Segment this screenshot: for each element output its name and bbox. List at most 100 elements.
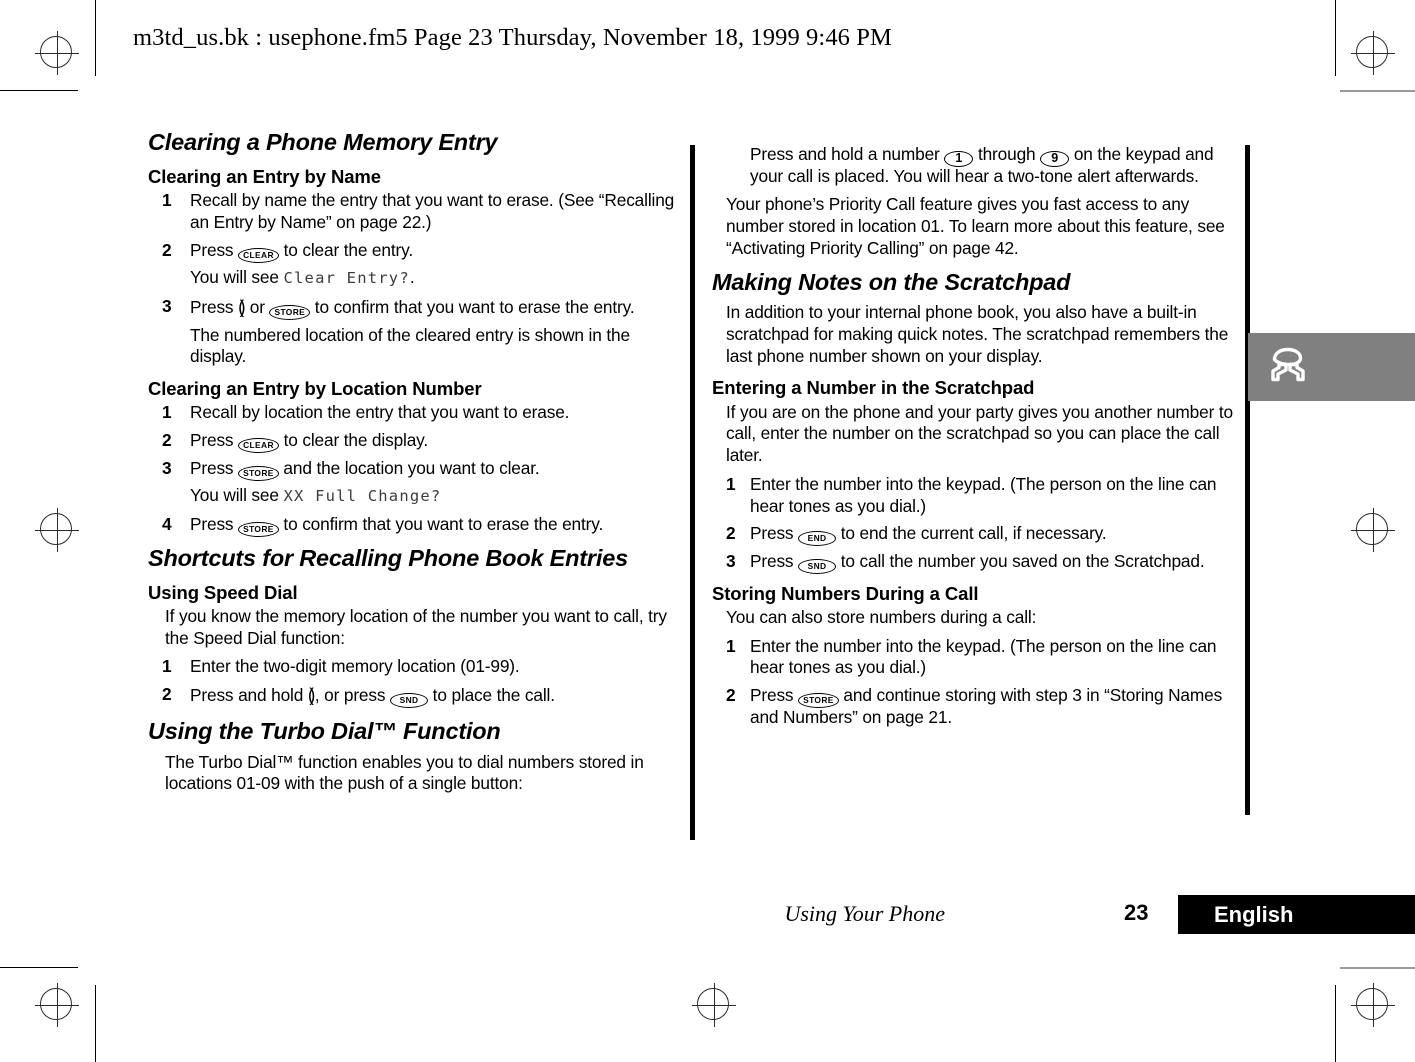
note-text-pre: You will see [190,267,284,288]
paragraph-speed-dial-intro: If you know the memory location of the n… [165,605,667,648]
step-number: 1 [162,190,172,211]
step-text-post: to call the number you saved on the Scra… [836,550,1205,571]
language-bar: English [1178,895,1415,934]
page-footer: Using Your Phone 23 English [0,895,1415,945]
step-text-post: to clear the display. [278,430,429,450]
list-item: 3 Press STORE and the location you want … [148,457,683,481]
steps-clearing-by-location-cont: 4 Press STORE to confirm that you want t… [148,514,683,538]
step-number: 2 [726,523,736,544]
telephone-icon [1271,347,1305,382]
list-item: 1 Recall by name the entry that you want… [148,190,683,233]
snd-key-icon: SND [390,693,429,709]
list-item: 3 Press SND to call the number you saved… [712,550,1247,574]
section-title-making-notes-on-scratchpad: Making Notes on the Scratchpad [712,268,1071,295]
step-text-post: to confirm that you want to erase the en… [278,514,604,535]
steps-clearing-by-name: 1 Recall by name the entry that you want… [148,190,683,263]
steps-speed-dial: 1 Enter the two-digit memory location (0… [148,656,683,709]
subheading-entering-a-number-in-the-scratchpad: Entering a Number in the Scratchpad [712,377,1035,399]
step-text: Recall by name the entry that you want t… [190,190,675,232]
crop-line-bottom-right [1340,967,1415,969]
step-text-mid: , or press [314,685,391,706]
page-body: Clearing a Phone Memory Entry Clearing a… [0,129,1415,840]
note-numbered-location: The numbered location of the cleared ent… [190,324,630,367]
list-item: 2 Press STORE and continue storing with … [712,685,1247,728]
step-text-pre: Press [190,514,239,535]
step-number: 2 [162,430,172,450]
lcd-display-text: XX Full Change? [283,487,442,506]
clear-key-icon: CLEAR [238,438,279,453]
running-head: Using Your Phone [784,901,945,926]
step-number: 1 [726,473,736,494]
list-item: 3 Press () or STORE to confirm that you … [148,295,683,320]
left-column: Clearing a Phone Memory Entry Clearing a… [148,129,683,802]
right-column: Press and hold a number 1 through 9 on t… [712,130,1247,734]
step-text-pre: Press [190,430,239,450]
list-item: 2 Press END to end the current call, if … [712,523,1247,547]
list-item: 2 Press and hold (), or press SND to pla… [148,684,683,709]
digit-key-1-icon: 1 [944,151,974,167]
registration-mark-bottom-right [1351,983,1395,1027]
crop-line-right-bottom [1335,985,1336,1062]
steps-clearing-by-location: 1 Recall by location the entry that you … [148,402,683,481]
send-key-glyph-icon: () [307,685,316,706]
crop-line-top-right [1340,90,1415,92]
paragraph-turbo-dial-continued: Press and hold a number 1 through 9 on t… [712,144,1247,187]
registration-mark-top-left [35,31,79,75]
store-key-icon: STORE [238,465,279,481]
section-title-using-turbo-dial: Using the Turbo Dial™ Function [148,717,501,744]
registration-mark-bottom-left [35,983,79,1027]
step-text-pre: Press [190,239,239,260]
subheading-clearing-entry-by-location-number: Clearing an Entry by Location Number [148,378,482,400]
steps-storing-numbers: 1 Enter the number into the keypad. (The… [712,636,1247,729]
crop-line-right-top [1335,0,1336,76]
paragraph-turbo-dial-intro: The Turbo Dial™ function enables you to … [165,751,644,794]
crop-line-left-top [95,0,96,76]
step-text-pre: Press [750,550,799,571]
subheading-using-speed-dial: Using Speed Dial [148,581,298,603]
store-key-icon: STORE [798,693,839,709]
step-number: 1 [726,635,736,656]
step-number: 3 [162,457,172,478]
list-item: 1 Enter the number into the keypad. (The… [712,636,1247,679]
subheading-clearing-entry-by-name: Clearing an Entry by Name [148,165,381,187]
section-title-clearing-phone-memory-entry: Clearing a Phone Memory Entry [148,129,498,155]
paragraph-priority-call: Your phone’s Priority Call feature gives… [726,194,1225,258]
step-text-post: to place the call. [428,685,555,706]
step-text-pre: Press and hold [190,685,308,706]
lcd-display-text: Clear Entry? [283,269,410,288]
step-number: 1 [162,656,172,677]
step-number: 3 [162,295,172,316]
section-title-shortcuts-for-recalling: Shortcuts for Recalling Phone Book Entri… [148,544,628,571]
step-text-post: to clear the entry. [278,239,414,260]
step-number: 1 [162,402,172,423]
step-text-pre: Press [750,685,799,706]
step-number: 2 [162,684,172,705]
steps-entering-number: 1 Enter the number into the keypad. (The… [712,474,1247,574]
text-pre: Press and hold a number [750,144,945,164]
language-label: English [1214,902,1294,927]
paragraph-storing-numbers-intro: You can also store numbers during a call… [726,606,1037,627]
column-divider-rule [690,145,695,840]
step-text-pre: Press [750,523,799,544]
crop-line-left-bottom [95,985,96,1062]
page-number: 23 [1124,900,1149,925]
registration-mark-top-right [1351,31,1395,75]
step-text: Enter the number into the keypad. (The p… [750,635,1217,678]
step-number: 2 [726,685,736,706]
clear-key-icon: CLEAR [238,247,279,263]
note-text-pre: You will see [190,485,284,506]
note-clear-entry-display: You will see Clear Entry?. [148,267,683,289]
steps-clearing-by-name-cont: 3 Press () or STORE to confirm that you … [148,295,683,320]
list-item: 1 Enter the number into the keypad. (The… [712,474,1247,517]
registration-mark-bottom-center [692,983,736,1027]
list-item: 1 Enter the two-digit memory location (0… [148,656,683,678]
note-text-post: . [409,267,415,288]
list-item: 2 Press CLEAR to clear the entry. [148,239,683,263]
note-xx-full-change: You will see XX Full Change? [148,485,683,507]
step-text-post: to end the current call, if necessary. [836,523,1107,544]
paragraph-scratchpad-intro: In addition to your internal phone book,… [726,302,1229,366]
store-key-icon: STORE [238,522,279,538]
step-text: Recall by location the entry that you wa… [190,402,570,423]
store-key-icon: STORE [269,304,311,320]
step-text-pre: Press [190,296,239,317]
